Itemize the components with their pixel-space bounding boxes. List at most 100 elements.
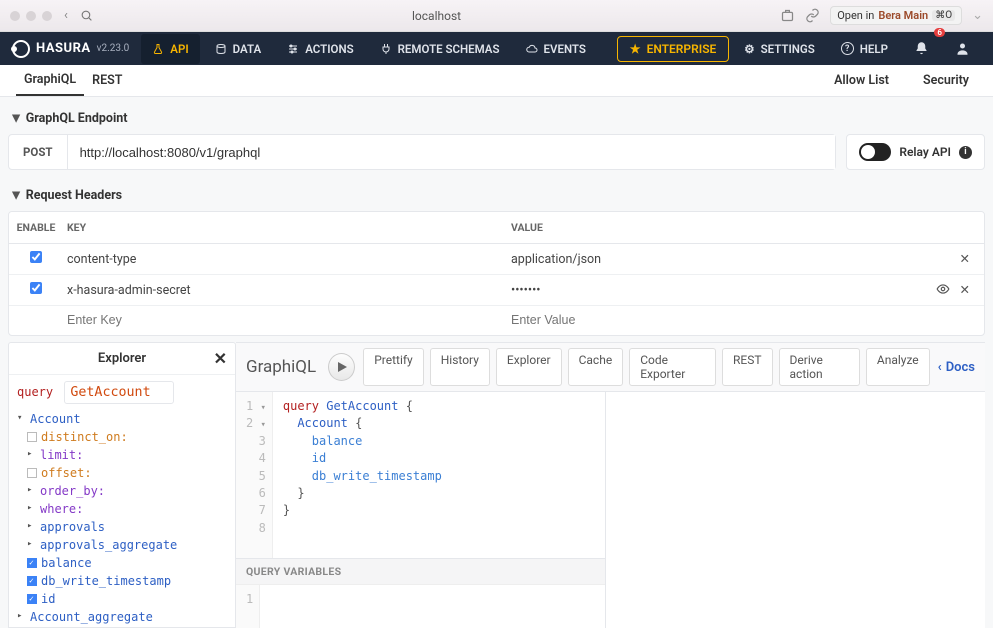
type-label: Account	[30, 410, 81, 428]
zoom-window-icon[interactable]	[42, 11, 52, 21]
extension-icon[interactable]	[780, 8, 795, 23]
info-icon[interactable]: i	[959, 146, 972, 159]
explorer-arg[interactable]: ▸order_by:	[17, 482, 227, 500]
link-icon[interactable]	[805, 8, 820, 23]
close-icon[interactable]: ✕	[214, 349, 227, 368]
operation-name-input[interactable]	[64, 381, 174, 404]
explorer-arg[interactable]: ▸limit:	[17, 446, 227, 464]
relay-toggle[interactable]	[859, 143, 891, 161]
explorer-arg[interactable]: distinct_on:	[17, 428, 227, 446]
endpoint-section-header[interactable]: ▶ GraphQL Endpoint	[8, 105, 985, 134]
remove-icon[interactable]: ✕	[960, 251, 970, 267]
chevron-left-icon: ‹	[938, 360, 942, 375]
endpoint-box: POST	[8, 134, 836, 170]
results-panel	[606, 392, 985, 628]
search-icon[interactable]	[80, 9, 93, 22]
toolbar-cache[interactable]: Cache	[568, 348, 624, 386]
explorer-type-account[interactable]: ▾Account	[17, 410, 227, 428]
explorer-type[interactable]: ▸Account_by_pk	[17, 626, 227, 627]
nav-label: DATA	[233, 42, 262, 56]
chevron-down-icon[interactable]: ⌄	[972, 8, 983, 23]
eye-icon[interactable]	[936, 282, 950, 298]
nav-help[interactable]: ? HELP	[830, 34, 899, 64]
notifications-button[interactable]: 6	[903, 33, 940, 64]
relay-toggle-group: Relay API i	[846, 134, 985, 170]
main-nav: HASURA v2.23.0 API DATA ACTIONS REMOTE S…	[0, 32, 993, 65]
minimize-window-icon[interactable]	[26, 11, 36, 21]
explorer-arg[interactable]: offset:	[17, 464, 227, 482]
nav-data[interactable]: DATA	[204, 34, 273, 64]
open-in-app[interactable]: Open in Bera Main ⌘O	[830, 6, 962, 25]
close-window-icon[interactable]	[10, 11, 20, 21]
header-row: x-hasura-admin-secret ••••••• ✕	[9, 275, 984, 306]
nav-label: SETTINGS	[761, 42, 815, 56]
back-icon[interactable]: ‹	[64, 8, 68, 23]
allow-list-link[interactable]: Allow List	[826, 73, 897, 88]
explorer-field-selected[interactable]: db_write_timestamp	[17, 572, 227, 590]
tab-rest[interactable]: REST	[84, 65, 130, 96]
graphiql-panel: GraphiQL PrettifyHistoryExplorerCacheCod…	[236, 342, 985, 628]
toolbar-explorer[interactable]: Explorer	[496, 348, 562, 386]
query-editor[interactable]: 1 ▾2 ▾3 4 5 6 7 8 query GetAccount { Acc…	[236, 392, 606, 628]
remove-icon[interactable]: ✕	[960, 282, 970, 298]
explorer-title: Explorer	[98, 351, 146, 366]
database-icon	[215, 43, 227, 55]
explorer-panel: Explorer ✕ query ▾Account distinct_on:▸l…	[8, 342, 236, 628]
toolbar-history[interactable]: History	[430, 348, 490, 386]
nav-settings[interactable]: ⚙ SETTINGS	[733, 34, 825, 64]
endpoint-url-input[interactable]	[68, 135, 836, 169]
explorer-field-selected[interactable]: id	[17, 590, 227, 608]
header-value[interactable]: •••••••	[503, 283, 924, 298]
explorer-field-selected[interactable]: balance	[17, 554, 227, 572]
user-menu[interactable]	[944, 33, 981, 64]
toolbar-rest[interactable]: REST	[722, 348, 773, 386]
url-display[interactable]: localhost	[105, 9, 768, 23]
nav-events[interactable]: EVENTS	[515, 34, 597, 64]
plug-icon	[380, 43, 392, 55]
header-value[interactable]: application/json	[503, 252, 924, 267]
toolbar-derive-action[interactable]: Derive action	[779, 348, 860, 386]
execute-button[interactable]	[328, 353, 355, 381]
headers-table: ENABLE KEY VALUE content-type applicatio…	[8, 211, 985, 336]
new-key-input[interactable]	[67, 313, 503, 327]
explorer-field[interactable]: ▸approvals_aggregate	[17, 536, 227, 554]
explorer-arg[interactable]: ▸where:	[17, 500, 227, 518]
section-title: Request Headers	[26, 188, 122, 203]
enable-checkbox[interactable]	[30, 251, 42, 263]
sliders-icon	[287, 43, 299, 55]
explorer-field[interactable]: ▸approvals	[17, 518, 227, 536]
relay-label: Relay API	[899, 145, 951, 159]
toolbar-code-exporter[interactable]: Code Exporter	[629, 348, 716, 386]
headers-section-header[interactable]: ▶ Request Headers	[8, 182, 985, 211]
query-variables-title[interactable]: QUERY VARIABLES	[236, 559, 605, 585]
version-label: v2.23.0	[97, 43, 130, 54]
toolbar-prettify[interactable]: Prettify	[363, 348, 424, 386]
nav-remote-schemas[interactable]: REMOTE SCHEMAS	[369, 34, 511, 64]
traffic-lights	[10, 11, 52, 21]
hasura-logo-icon	[12, 40, 30, 58]
header-row: content-type application/json ✕	[9, 244, 984, 275]
brand-logo[interactable]: HASURA	[12, 40, 91, 58]
graphiql-title: GraphiQL	[246, 357, 316, 377]
new-value-input[interactable]	[511, 313, 924, 327]
security-link[interactable]: Security	[915, 73, 977, 88]
docs-label: Docs	[946, 360, 975, 375]
enterprise-button[interactable]: ★ ENTERPRISE	[617, 36, 730, 62]
http-method: POST	[9, 135, 68, 169]
tab-graphiql[interactable]: GraphiQL	[16, 65, 84, 96]
header-key[interactable]: x-hasura-admin-secret	[63, 283, 503, 298]
open-in-appname: Bera Main	[878, 9, 928, 22]
query-variables-panel: QUERY VARIABLES 1	[236, 558, 605, 628]
nav-api[interactable]: API	[141, 34, 199, 64]
docs-button[interactable]: ‹ Docs	[938, 360, 975, 375]
header-key[interactable]: content-type	[63, 252, 503, 267]
open-in-shortcut: ⌘O	[932, 10, 955, 21]
toolbar-analyze[interactable]: Analyze	[866, 348, 930, 386]
explorer-type[interactable]: ▸Account_aggregate	[17, 608, 227, 626]
tab-label: REST	[92, 73, 122, 88]
nav-actions[interactable]: ACTIONS	[276, 34, 364, 64]
variables-editor[interactable]	[260, 585, 287, 628]
enable-checkbox[interactable]	[30, 282, 42, 294]
col-value: VALUE	[503, 221, 984, 234]
nav-label: REMOTE SCHEMAS	[398, 42, 500, 56]
